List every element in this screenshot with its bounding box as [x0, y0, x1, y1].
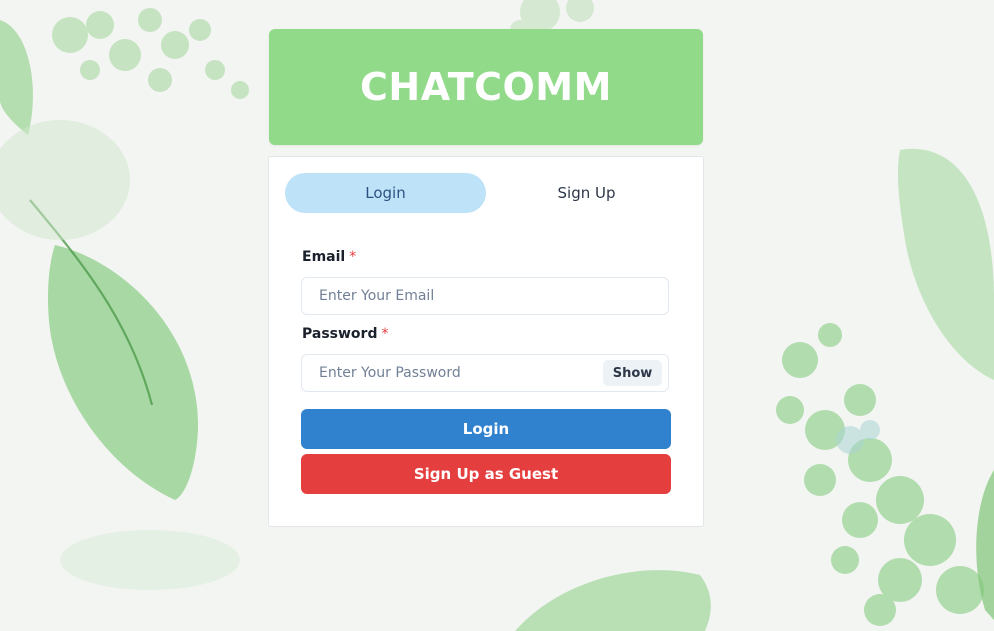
email-field-container	[301, 277, 669, 315]
email-label: Email *	[302, 249, 356, 265]
app-title: CHATCOMM	[360, 65, 612, 109]
guest-signup-button[interactable]: Sign Up as Guest	[301, 454, 671, 494]
password-label-text: Password	[302, 326, 378, 342]
email-required-mark: *	[349, 249, 357, 265]
auth-card: Login Sign Up Email* Password* Show Logi…	[268, 156, 704, 527]
password-required-mark: *	[381, 326, 389, 342]
password-field[interactable]	[302, 355, 599, 391]
password-field-container: Show	[301, 354, 669, 392]
email-field[interactable]	[302, 278, 599, 314]
tab-sign-up[interactable]: Sign Up	[486, 173, 687, 213]
tab-login[interactable]: Login	[285, 173, 486, 213]
show-password-button[interactable]: Show	[603, 360, 662, 386]
wash-bottom-left	[60, 530, 240, 590]
password-label: Password *	[302, 326, 388, 342]
email-label-text: Email	[302, 249, 346, 265]
app-header: CHATCOMM	[269, 29, 703, 145]
login-button[interactable]: Login	[301, 409, 671, 449]
